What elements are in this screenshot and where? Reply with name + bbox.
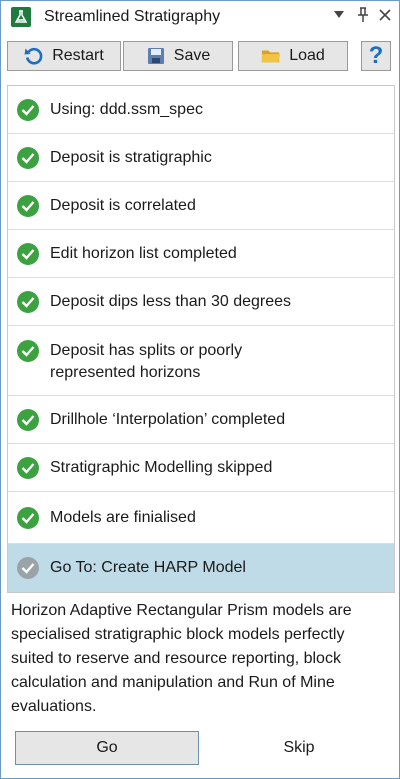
step-label: Deposit has splits or poorly [50,342,243,359]
check-circle-icon [17,291,39,313]
window-title: Streamlined Stratigraphy [44,8,221,25]
check-circle-icon [17,409,39,431]
step-label: Models are finialised [50,509,196,526]
list-item: Deposit is correlated [8,182,394,230]
restart-button[interactable]: Restart [7,41,121,71]
step-label: Deposit dips less than 30 degrees [50,293,292,310]
step-label: Stratigraphic Modelling skipped [50,459,273,476]
description-line: specialised stratigraphic block models p… [11,626,345,643]
save-label: Save [173,47,211,64]
list-item: Deposit is stratigraphic [8,134,394,182]
help-button[interactable]: ? [361,41,391,71]
dropdown-arrow-icon[interactable] [329,4,349,26]
restart-icon [24,46,44,66]
pin-icon[interactable] [353,4,373,26]
workflow-step-list: Using: ddd.ssm_spec Deposit is stratigra… [7,85,395,593]
check-circle-icon [17,557,39,579]
list-item: Edit horizon list completed [8,230,394,278]
list-item: Models are finialised [8,492,394,544]
check-circle-icon [17,243,39,265]
step-label: Deposit is correlated [50,197,196,214]
step-label: Deposit is stratigraphic [50,149,212,166]
skip-label: Skip [283,739,315,756]
floppy-disk-icon [146,46,166,66]
folder-icon [261,46,281,66]
restart-label: Restart [52,47,104,64]
load-button[interactable]: Load [238,41,348,71]
list-item: Stratigraphic Modelling skipped [8,444,394,492]
list-item: Deposit has splits or poorly represented… [8,326,394,396]
step-label: Drillhole ‘Interpolation’ completed [50,411,286,428]
list-item: Using: ddd.ssm_spec [8,86,394,134]
check-circle-icon [17,99,39,121]
step-label: Go To: Create HARP Model [50,559,246,576]
step-label: Using: ddd.ssm_spec [50,101,203,118]
panel-window: Streamlined Stratigraphy Restart Save Lo… [0,0,400,779]
step-label-line2: represented horizons [50,364,201,381]
flask-icon [11,7,31,27]
go-button[interactable]: Go [15,731,199,765]
help-icon: ? [368,42,384,69]
close-icon[interactable] [375,4,395,26]
list-item: Deposit dips less than 30 degrees [8,278,394,326]
check-circle-icon [17,457,39,479]
description-line: Horizon Adaptive Rectangular Prism model… [11,602,352,619]
list-item: Drillhole ‘Interpolation’ completed [8,396,394,444]
list-item-current[interactable]: Go To: Create HARP Model [8,544,394,592]
go-label: Go [96,739,118,756]
step-description: Horizon Adaptive Rectangular Prism model… [11,599,391,719]
check-circle-icon [17,147,39,169]
load-label: Load [289,47,325,64]
description-line: suited to reserve and resource reporting… [11,650,341,667]
check-circle-icon [17,195,39,217]
check-circle-icon [17,340,39,362]
step-label: Edit horizon list completed [50,245,237,262]
description-line: calculation and manipulation and Run of … [11,674,335,691]
skip-button[interactable]: Skip [207,731,391,765]
description-line: evaluations. [11,698,97,715]
toolbar: Restart Save Load ? [1,37,399,77]
save-button[interactable]: Save [123,41,233,71]
check-circle-icon [17,507,39,529]
title-bar: Streamlined Stratigraphy [1,1,399,33]
